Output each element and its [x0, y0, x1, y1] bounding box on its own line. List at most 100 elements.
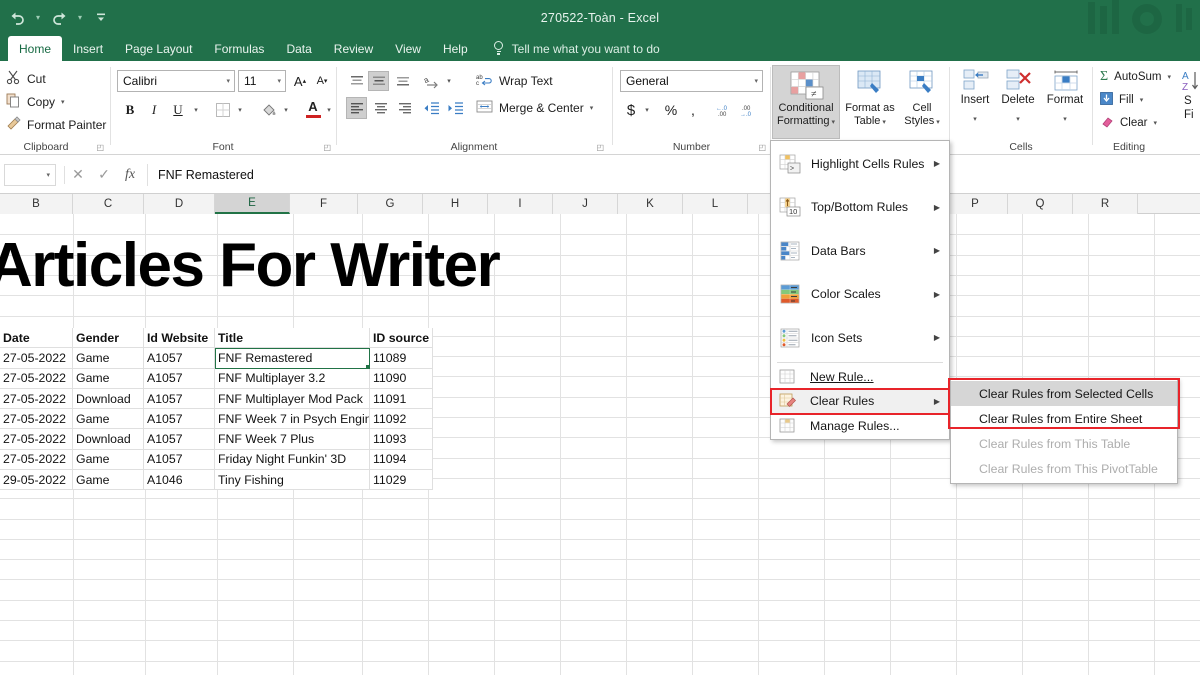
insert-dropdown-icon[interactable]: ▾ [973, 116, 977, 123]
orientation-icon[interactable]: a [420, 71, 442, 91]
format-dropdown-icon[interactable]: ▾ [1063, 116, 1067, 123]
cut-button[interactable]: Cut [6, 70, 46, 88]
column-header-h[interactable]: H [423, 194, 488, 214]
table-cell[interactable]: 27-05-2022 [0, 368, 73, 389]
table-cell[interactable]: Friday Night Funkin' 3D [215, 449, 370, 471]
clipboard-dialog-launcher[interactable]: ◰ [96, 143, 104, 152]
column-header-q[interactable]: Q [1008, 194, 1073, 214]
column-header-p[interactable]: P [943, 194, 1008, 214]
table-cell[interactable]: FNF Week 7 Plus [215, 429, 370, 450]
table-header-cell[interactable]: Id Website [144, 328, 215, 349]
column-header-j[interactable]: J [553, 194, 618, 214]
format-cells-button[interactable]: Format ▾ [1041, 67, 1089, 129]
table-cell[interactable]: Game [73, 409, 144, 430]
submenu-item-clear-entire-sheet[interactable]: Clear Rules from Entire Sheet [951, 406, 1177, 431]
font-color-icon[interactable]: A [302, 97, 324, 121]
number-dialog-launcher[interactable]: ◰ [758, 143, 766, 152]
decrease-decimal-icon[interactable]: .00 →.0 [736, 99, 758, 121]
autosum-button[interactable]: Σ AutoSum ▾ [1100, 69, 1171, 85]
fill-button[interactable]: Fill ▾ [1100, 92, 1143, 108]
table-cell[interactable]: 29-05-2022 [0, 470, 73, 491]
increase-decimal-icon[interactable]: ←.0.00 [712, 99, 734, 121]
menu-item-clear-rules[interactable]: Clear Rules ▶ [770, 388, 950, 415]
formula-input[interactable]: FNF Remastered [147, 163, 1200, 186]
table-cell[interactable]: A1057 [144, 368, 215, 389]
table-cell[interactable]: FNF Remastered [215, 348, 370, 369]
table-cell[interactable]: 27-05-2022 [0, 348, 73, 369]
table-cell[interactable]: 27-05-2022 [0, 429, 73, 450]
redo-dropdown-icon[interactable]: ▾ [74, 13, 86, 22]
format-as-table-button[interactable]: Format as Table ▾ [842, 66, 898, 138]
tab-help[interactable]: Help [432, 36, 479, 61]
insert-cells-button[interactable]: Insert ▾ [953, 67, 997, 129]
table-cell[interactable]: FNF Multiplayer 3.2 [215, 368, 370, 389]
column-header-k[interactable]: K [618, 194, 683, 214]
currency-dropdown-icon[interactable]: ▾ [641, 99, 653, 121]
insert-function-button[interactable]: fx [117, 162, 143, 188]
underline-button[interactable]: U [168, 99, 188, 121]
chevron-down-icon[interactable]: ▾ [226, 77, 230, 85]
decrease-indent-icon[interactable] [420, 97, 442, 119]
table-cell[interactable]: FNF Week 7 in Psych Engine [215, 409, 370, 430]
table-cell[interactable]: FNF Multiplayer Mod Pack [215, 388, 370, 410]
table-header-cell[interactable]: Gender [73, 328, 144, 349]
column-header-l[interactable]: L [683, 194, 748, 214]
column-header-b[interactable]: B [0, 194, 73, 214]
table-cell[interactable]: 11092 [370, 409, 433, 430]
table-cell[interactable]: 11093 [370, 429, 433, 450]
column-header-i[interactable]: I [488, 194, 553, 214]
copy-button[interactable]: Copy ▾ [6, 93, 65, 111]
borders-dropdown-icon[interactable]: ▾ [234, 99, 246, 121]
format-as-table-dropdown-icon[interactable]: ▾ [880, 119, 886, 126]
submenu-item-clear-selected-cells[interactable]: Clear Rules from Selected Cells [951, 381, 1177, 406]
table-cell[interactable]: 11090 [370, 368, 433, 389]
cancel-entry-button[interactable]: ✕ [65, 162, 91, 188]
tab-insert[interactable]: Insert [62, 36, 114, 61]
tell-me-search[interactable]: Tell me what you want to do [479, 36, 668, 61]
tab-view[interactable]: View [384, 36, 432, 61]
increase-indent-icon[interactable] [444, 97, 466, 119]
table-cell[interactable]: Tiny Fishing [215, 470, 370, 491]
fill-color-dropdown-icon[interactable]: ▾ [280, 99, 292, 121]
table-cell[interactable]: Game [73, 449, 144, 471]
align-top-button[interactable] [346, 71, 367, 91]
table-cell[interactable]: 11029 [370, 470, 433, 491]
fill-color-icon[interactable] [258, 99, 280, 121]
shrink-font-button[interactable]: A ▾ [312, 71, 332, 91]
percent-button[interactable]: % [662, 99, 680, 121]
table-cell[interactable]: 11094 [370, 449, 433, 471]
menu-item-new-rule[interactable]: New Rule... [771, 365, 949, 390]
align-right-button[interactable] [394, 97, 415, 119]
table-cell[interactable]: A1057 [144, 388, 215, 410]
table-cell[interactable]: A1057 [144, 449, 215, 471]
confirm-entry-button[interactable]: ✓ [91, 162, 117, 188]
cell-styles-dropdown-icon[interactable]: ▾ [934, 119, 940, 126]
undo-icon[interactable] [4, 4, 30, 30]
grow-font-button[interactable]: A ▴ [290, 71, 310, 91]
table-header-cell[interactable]: Date [0, 328, 73, 349]
column-header-d[interactable]: D [144, 194, 215, 214]
delete-dropdown-icon[interactable]: ▾ [1016, 116, 1020, 123]
tab-page-layout[interactable]: Page Layout [114, 36, 203, 61]
alignment-dialog-launcher[interactable]: ◰ [596, 143, 604, 152]
menu-item-manage-rules[interactable]: Manage Rules... [771, 414, 949, 439]
orientation-dropdown-icon[interactable]: ▾ [443, 71, 455, 91]
table-cell[interactable]: A1046 [144, 470, 215, 491]
column-header-r[interactable]: R [1073, 194, 1138, 214]
align-center-button[interactable] [370, 97, 391, 119]
font-name-input[interactable]: Calibri ▾ [117, 70, 235, 92]
conditional-formatting-dropdown-icon[interactable]: ▾ [830, 119, 835, 126]
column-header-c[interactable]: C [73, 194, 144, 214]
customize-qat-icon[interactable] [88, 4, 114, 30]
table-cell[interactable]: Game [73, 368, 144, 389]
merge-dropdown-icon[interactable]: ▾ [590, 104, 594, 112]
borders-icon[interactable] [212, 99, 234, 121]
autosum-dropdown-icon[interactable]: ▾ [1167, 73, 1171, 81]
table-cell[interactable]: 27-05-2022 [0, 449, 73, 471]
column-header-g[interactable]: G [358, 194, 423, 214]
table-cell[interactable]: A1057 [144, 409, 215, 430]
currency-button[interactable]: $ [622, 99, 640, 121]
italic-button[interactable]: I [144, 99, 164, 121]
clear-dropdown-icon[interactable]: ▾ [1153, 119, 1157, 127]
clear-button[interactable]: Clear ▾ [1100, 115, 1157, 131]
